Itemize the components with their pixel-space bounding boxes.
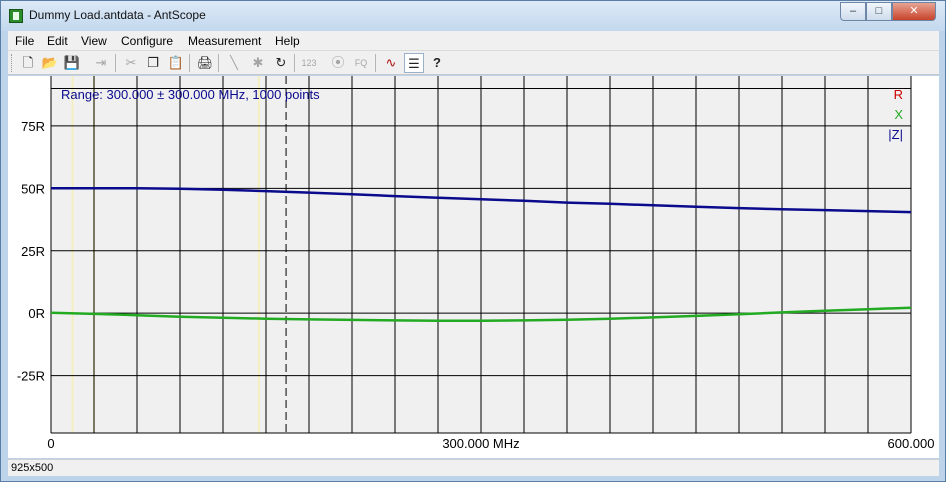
y-tick-label: 0R (28, 306, 45, 321)
toolbar: 🗋 📂 💾 ⇥ ✂ ❐ 📋 🖨 ╲ ✱ ↻ 123 ⦿ FQ ∿ ☰ ? (8, 51, 939, 75)
x-tick-label: 0 (47, 436, 54, 451)
window-title: Dummy Load.antdata - AntScope (29, 8, 206, 22)
menu-configure[interactable]: Configure (121, 34, 173, 48)
antscope-app-icon[interactable] (9, 9, 23, 23)
help-icon[interactable]: ? (427, 53, 447, 73)
refresh-icon[interactable]: ↻ (271, 53, 291, 73)
maximize-button[interactable]: □ (866, 2, 892, 21)
title-bar[interactable]: Dummy Load.antdata - AntScope – □ ✕ (1, 1, 945, 31)
menu-edit[interactable]: Edit (47, 34, 68, 48)
x-tick-label: 300.000 MHz (442, 436, 519, 451)
app-window: Dummy Load.antdata - AntScope – □ ✕ File… (0, 0, 946, 482)
menu-help[interactable]: Help (275, 34, 300, 48)
status-size-text: 925x500 (11, 462, 54, 474)
toolbar-separator (189, 54, 190, 72)
graph-icon[interactable]: ∿ (381, 53, 401, 73)
copy-icon[interactable]: ❐ (143, 53, 163, 73)
menu-bar: File Edit View Configure Measurement Hel… (8, 31, 939, 51)
menu-measurement[interactable]: Measurement (188, 34, 261, 48)
cut-icon[interactable]: ✂ (121, 53, 141, 73)
settings-icon[interactable]: ☰ (404, 53, 424, 73)
status-bar: 925x500 (8, 459, 939, 476)
legend-entry: R (894, 87, 903, 102)
fq-icon[interactable]: FQ (351, 53, 371, 73)
toolbar-separator (294, 54, 295, 72)
numeric-icon[interactable]: 123 (299, 53, 319, 73)
paste-icon[interactable]: 📋 (166, 53, 186, 73)
y-tick-label: -25R (17, 369, 45, 384)
print-icon[interactable]: 🖨 (195, 53, 215, 73)
minimize-button[interactable]: – (840, 2, 866, 21)
toolbar-grip[interactable] (11, 54, 14, 72)
legend-entry: |Z| (888, 127, 903, 142)
new-file-icon[interactable]: 🗋 (18, 53, 38, 73)
x-tick-label: 600.000 (888, 436, 935, 451)
menu-view[interactable]: View (81, 34, 107, 48)
toolbar-separator (218, 54, 219, 72)
chart-range-label: Range: 300.000 ± 300.000 MHz, 1000 point… (61, 87, 320, 102)
y-tick-label: 50R (21, 181, 45, 196)
save-icon[interactable]: 💾 (62, 53, 82, 73)
toolbar-separator (375, 54, 376, 72)
star-icon[interactable]: ✱ (248, 53, 268, 73)
single-scan-icon[interactable]: ╲ (224, 53, 244, 73)
close-button[interactable]: ✕ (892, 2, 936, 21)
legend-entry: X (894, 107, 903, 122)
open-folder-icon[interactable]: 📂 (40, 53, 60, 73)
impedance-chart[interactable]: Range: 300.000 ± 300.000 MHz, 1000 point… (8, 76, 939, 458)
y-tick-label: 25R (21, 244, 45, 259)
chart-area[interactable]: Range: 300.000 ± 300.000 MHz, 1000 point… (8, 76, 939, 458)
export-icon[interactable]: ⇥ (91, 53, 111, 73)
y-tick-label: 75R (21, 119, 45, 134)
menu-file[interactable]: File (15, 34, 34, 48)
toolbar-separator (115, 54, 116, 72)
chart-grid (50, 76, 912, 434)
antenna-icon[interactable]: ⦿ (328, 53, 348, 73)
